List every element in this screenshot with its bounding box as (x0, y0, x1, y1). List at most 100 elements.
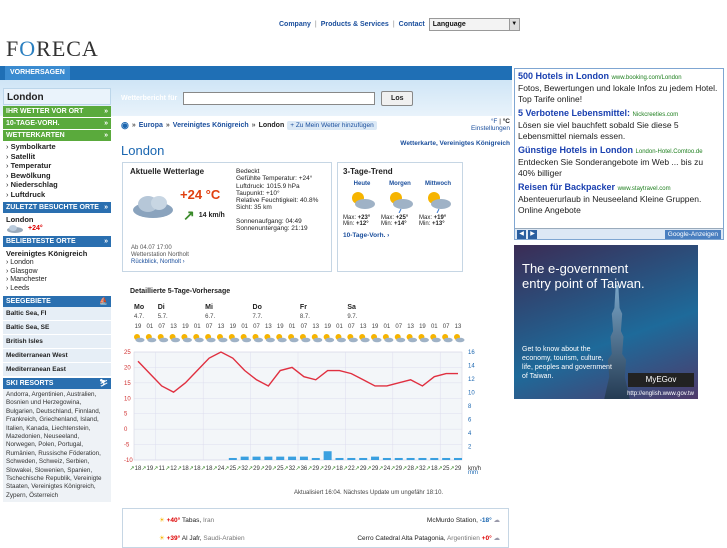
sea-item[interactable]: British Isles (3, 335, 111, 349)
map-link[interactable]: Wetterkarte, Vereinigtes Königreich (400, 140, 510, 147)
sidebar-item-10-tage[interactable]: 10-TAGE-VORH.» (3, 118, 111, 129)
sidebar-item-ihr-wetter[interactable]: IHR WETTER VOR ORT» (3, 106, 111, 117)
wind-unit: km/h (468, 466, 481, 472)
left-axis-tick: 15 (124, 381, 131, 387)
google-ads-label[interactable]: Google-Anzeigen (664, 230, 721, 239)
forecast-hour-label: 19 (182, 324, 189, 330)
extreme-cold[interactable]: McMurdo Station, -18° ☁ (427, 516, 500, 524)
left-axis-tick: 0 (124, 427, 128, 433)
right-axis-tick: 10 (468, 391, 475, 397)
weather-icon-cloud (301, 337, 311, 343)
precip-bar (371, 456, 380, 460)
wind-arrow-icon: ↗ (331, 466, 336, 472)
current-temp: +24 °C (180, 187, 221, 202)
sidebar-item-beliebteste[interactable]: BELIEBTESTE ORTE» (3, 236, 111, 247)
ad-item[interactable]: Reisen für Backpacker www.staytravel.com… (518, 182, 720, 216)
sun-cloud-icon (352, 192, 375, 209)
precip-bar (240, 456, 249, 460)
sidebar-city: London (3, 88, 111, 105)
wind-arrow-icon: ↗ (402, 466, 407, 472)
sea-item[interactable]: Baltic Sea, SE (3, 321, 111, 335)
contact-link[interactable]: Contact (399, 21, 425, 28)
forecast-date-label: 7.7. (253, 314, 263, 320)
left-axis-tick: -5 (124, 443, 130, 449)
popular-place[interactable]: › Glasgow (6, 268, 108, 277)
chevron-down-icon: ▼ (508, 19, 519, 30)
sidebar-item-zuletzt[interactable]: ZULETZT BESUCHTE ORTE» (3, 202, 111, 213)
company-link[interactable]: Company (279, 21, 311, 28)
ski-resorts-list[interactable]: Andorra, Argentinien, Australien, Bosnie… (3, 389, 111, 503)
settings-link[interactable]: Einstellungen (471, 125, 510, 132)
search-button[interactable]: Los (381, 90, 414, 106)
sidebar-item-ski[interactable]: SKI RESORTS ⛷ (3, 378, 111, 389)
popular-country[interactable]: Vereinigtes Königreich (6, 249, 108, 258)
trend-day[interactable]: Heute Max: +23° Min: +12° (343, 181, 381, 227)
map-link-satellit[interactable]: Satellit (6, 152, 111, 162)
prev-arrow-icon[interactable]: ◀ (517, 230, 526, 239)
next-arrow-icon[interactable]: ▶ (528, 230, 537, 239)
unit-c[interactable]: °C (503, 118, 510, 125)
sun-cloud-icon (428, 192, 451, 214)
wind-arrow-icon: ↗ (165, 466, 170, 472)
map-link-temperatur[interactable]: Temperatur (6, 161, 111, 171)
language-select[interactable]: Language ▼ (428, 18, 520, 31)
extreme-hot[interactable]: ☀ +40° Tabas, Iran (159, 516, 214, 524)
weather-icon-cloud (218, 337, 228, 343)
breadcrumb-europa[interactable]: Europa (139, 122, 163, 129)
sea-item[interactable]: Baltic Sea, FI (3, 307, 111, 321)
add-favorite-button[interactable]: + Zu Mein Wetter hinzufügen (287, 121, 377, 130)
extreme-hot[interactable]: ☀ +39° Al Jafr, Saudi-Arabien (159, 534, 245, 542)
weather-icon-cloud (372, 337, 382, 343)
banner-text: Get to know about the economy, tourism, … (522, 346, 612, 380)
products-link[interactable]: Products & Services (321, 21, 389, 28)
breadcrumb-uk[interactable]: Vereinigtes Königreich (173, 122, 249, 129)
forecast-hour-label: 19 (229, 324, 236, 330)
map-link-bewoelkung[interactable]: Bewölkung (6, 171, 111, 181)
search-bar: Wetterbericht für Los (118, 88, 512, 108)
forecast-hour-label: 01 (194, 324, 201, 330)
weather-icon-cloud (254, 337, 264, 343)
trend-day[interactable]: Morgen Max: +25° Min: +14° (381, 181, 419, 227)
ad-item[interactable]: 5 Verbotene Lebensmittel: Nickcreeties.c… (518, 108, 720, 142)
forecast-hour-label: 01 (241, 324, 248, 330)
tab-vorhersagen[interactable]: VORHERSAGEN (5, 66, 70, 80)
history-link[interactable]: Rückblick, Northolt › (131, 259, 185, 265)
extreme-cold[interactable]: Cerro Catedral Alta Patagonia, Argentini… (357, 534, 500, 542)
ten-day-link[interactable]: 10-Tage-Vorh. › (343, 232, 457, 239)
precip-bar (382, 457, 391, 460)
forecast-hour-label: 07 (348, 324, 355, 330)
map-link-symbolkarte[interactable]: Symbolkarte (6, 142, 111, 152)
forecast-date-label: 6.7. (205, 314, 215, 320)
ad-item[interactable]: Günstige Hotels in London London-Hotel.C… (518, 145, 720, 179)
popular-place[interactable]: › Leeds (6, 285, 108, 294)
forecast-day-label: Fr (300, 304, 307, 311)
search-input[interactable] (183, 91, 376, 105)
sidebar-item-seegebiete[interactable]: SEEGEBIETE ⛵ (3, 296, 111, 307)
sun-icon: ☀ (159, 535, 165, 542)
forecast-date-label: 9.7. (347, 314, 357, 320)
recent-city[interactable]: London +24° (3, 213, 111, 235)
foreca-logo[interactable]: FORECA (6, 36, 99, 62)
weather-icon-cloud (147, 337, 157, 343)
map-link-niederschlag[interactable]: Niederschlag (6, 180, 111, 190)
sidebar-item-wetterkarten[interactable]: WETTERKARTEN» (3, 130, 111, 141)
sea-item[interactable]: Mediterranean West (3, 349, 111, 363)
ad-item[interactable]: 500 Hotels in London www.booking.com/Lon… (518, 71, 720, 105)
precip-bar (454, 457, 462, 460)
wind-arrow-icon: ↗ (212, 466, 217, 472)
forecast-hour-label: 13 (170, 324, 177, 330)
popular-place[interactable]: › London (6, 259, 108, 268)
precip-bar (299, 456, 308, 460)
sea-item[interactable]: Mediterranean East (3, 363, 111, 377)
recent-temp: +24° (28, 225, 43, 232)
wind-arrow-icon: ↗ (426, 466, 431, 472)
popular-place[interactable]: › Manchester (6, 276, 108, 285)
precip-bar (359, 457, 368, 460)
current-details: Bedeckt Gefühlte Temperatur: +24° Luftdruc… (236, 168, 319, 233)
unit-f[interactable]: °F (491, 118, 498, 125)
map-link-luftdruck[interactable]: Luftdruck (6, 190, 111, 200)
precip-bar (228, 457, 237, 460)
trend-day[interactable]: Mittwoch Max: +19° Min: +13° (419, 181, 457, 227)
egov-banner[interactable]: The e-government entry point of Taiwan. G… (514, 245, 698, 399)
precip-bar (264, 456, 273, 460)
